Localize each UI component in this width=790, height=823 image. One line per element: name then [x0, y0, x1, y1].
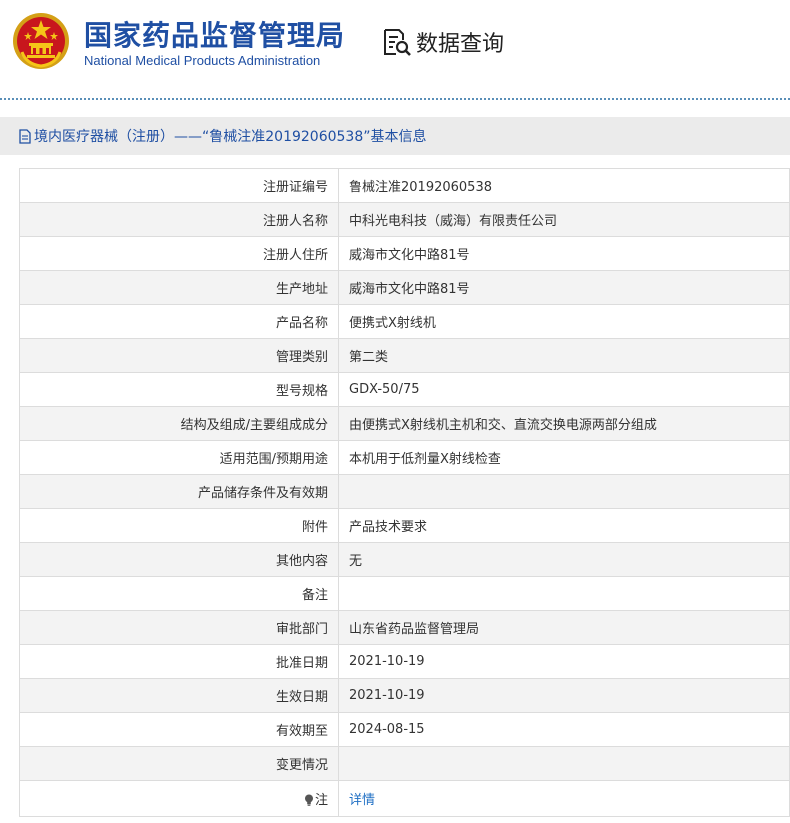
field-label-other-content: 其他内容	[19, 542, 339, 577]
field-value-approval-department: 山东省药品监督管理局	[338, 610, 790, 645]
table-row-attachment: 附件 产品技术要求	[19, 508, 790, 543]
table-row-approval-department: 审批部门 山东省药品监督管理局	[19, 610, 790, 645]
field-label-approval-date: 批准日期	[19, 644, 339, 679]
field-value-registrant-name: 中科光电科技（威海）有限责任公司	[338, 202, 790, 237]
table-row-management-category: 管理类别 第二类	[19, 338, 790, 373]
table-row-registrant-name: 注册人名称 中科光电科技（威海）有限责任公司	[19, 202, 790, 237]
field-label-product-name: 产品名称	[19, 304, 339, 339]
field-value-remarks	[338, 576, 790, 611]
details-link[interactable]: 详情	[349, 793, 375, 808]
table-row-note: 注 详情	[19, 780, 790, 817]
field-label-registrant-name: 注册人名称	[19, 202, 339, 237]
national-emblem-icon	[13, 13, 69, 69]
field-label-valid-until: 有效期至	[19, 712, 339, 747]
field-label-effective-date: 生效日期	[19, 678, 339, 713]
field-label-management-category: 管理类别	[19, 338, 339, 373]
org-name-cn: 国家药品监督管理局	[84, 19, 346, 52]
table-row-structure-composition: 结构及组成/主要组成成分 由便携式X射线机主机和交、直流交换电源两部分组成	[19, 406, 790, 441]
site-header: 国家药品监督管理局 National Medical Products Admi…	[0, 0, 790, 98]
field-value-attachment: 产品技术要求	[338, 508, 790, 543]
field-label-change-status: 变更情况	[19, 746, 339, 781]
page-title: 境内医疗器械（注册）——“鲁械注准20192060538”基本信息	[34, 129, 427, 145]
field-value-storage-conditions	[338, 474, 790, 509]
field-label-scope-intended-use: 适用范围/预期用途	[19, 440, 339, 475]
field-label-structure-composition: 结构及组成/主要组成成分	[19, 406, 339, 441]
header-divider	[0, 98, 790, 100]
field-value-approval-date: 2021-10-19	[338, 644, 790, 679]
table-row-other-content: 其他内容无	[19, 542, 790, 577]
table-row-registrant-address: 注册人住所 威海市文化中路81号	[19, 236, 790, 271]
field-value-note: 详情	[338, 780, 790, 817]
field-value-model-spec: GDX-50/75	[338, 372, 790, 407]
field-value-management-category: 第二类	[338, 338, 790, 373]
field-value-effective-date: 2021-10-19	[338, 678, 790, 713]
table-row-registration-number: 注册证编号 鲁械注准20192060538	[19, 168, 790, 203]
document-icon	[19, 128, 31, 144]
field-value-valid-until: 2024-08-15	[338, 712, 790, 747]
field-value-product-name: 便携式X射线机	[338, 304, 790, 339]
search-document-icon	[384, 29, 411, 56]
table-row-remarks: 备注	[19, 576, 790, 611]
field-value-scope-intended-use: 本机用于低剂量X射线检查	[338, 440, 790, 475]
table-row-approval-date: 批准日期 2021-10-19	[19, 644, 790, 679]
data-query-link[interactable]: 数据查询	[380, 24, 504, 60]
field-label-note: 注	[19, 780, 339, 817]
page-subtitle-bar: 境内医疗器械（注册）——“鲁械注准20192060538”基本信息	[0, 117, 790, 155]
field-label-registrant-address: 注册人住所	[19, 236, 339, 271]
table-row-storage-conditions: 产品储存条件及有效期	[19, 474, 790, 509]
table-row-effective-date: 生效日期 2021-10-19	[19, 678, 790, 713]
field-label-attachment: 附件	[19, 508, 339, 543]
field-label-approval-department: 审批部门	[19, 610, 339, 645]
field-label-model-spec: 型号规格	[19, 372, 339, 407]
field-label-remarks: 备注	[19, 576, 339, 611]
field-value-registrant-address: 威海市文化中路81号	[338, 236, 790, 271]
table-row-model-spec: 型号规格 GDX-50/75	[19, 372, 790, 407]
field-value-registration-number: 鲁械注准20192060538	[338, 168, 790, 203]
field-value-change-status	[338, 746, 790, 781]
field-label-registration-number: 注册证编号	[19, 168, 339, 203]
table-row-change-status: 变更情况	[19, 746, 790, 781]
field-value-other-content: 无	[338, 542, 790, 577]
table-row-valid-until: 有效期至 2024-08-15	[19, 712, 790, 747]
table-row-production-address: 生产地址 威海市文化中路81号	[19, 270, 790, 305]
field-value-structure-composition: 由便携式X射线机主机和交、直流交换电源两部分组成	[338, 406, 790, 441]
note-label: 注	[314, 793, 328, 808]
field-value-production-address: 威海市文化中路81号	[338, 270, 790, 305]
table-row-scope-intended-use: 适用范围/预期用途 本机用于低剂量X射线检查	[19, 440, 790, 475]
lightbulb-icon	[304, 794, 313, 806]
field-label-storage-conditions: 产品储存条件及有效期	[19, 474, 339, 509]
org-name-en: National Medical Products Administration	[84, 53, 321, 68]
data-query-label: 数据查询	[416, 32, 505, 57]
device-info-table: 注册证编号 鲁械注准20192060538 注册人名称 中科光电科技（威海）有限责任公…	[19, 168, 790, 817]
table-row-product-name: 产品名称 便携式X射线机	[19, 304, 790, 339]
field-label-production-address: 生产地址	[19, 270, 339, 305]
